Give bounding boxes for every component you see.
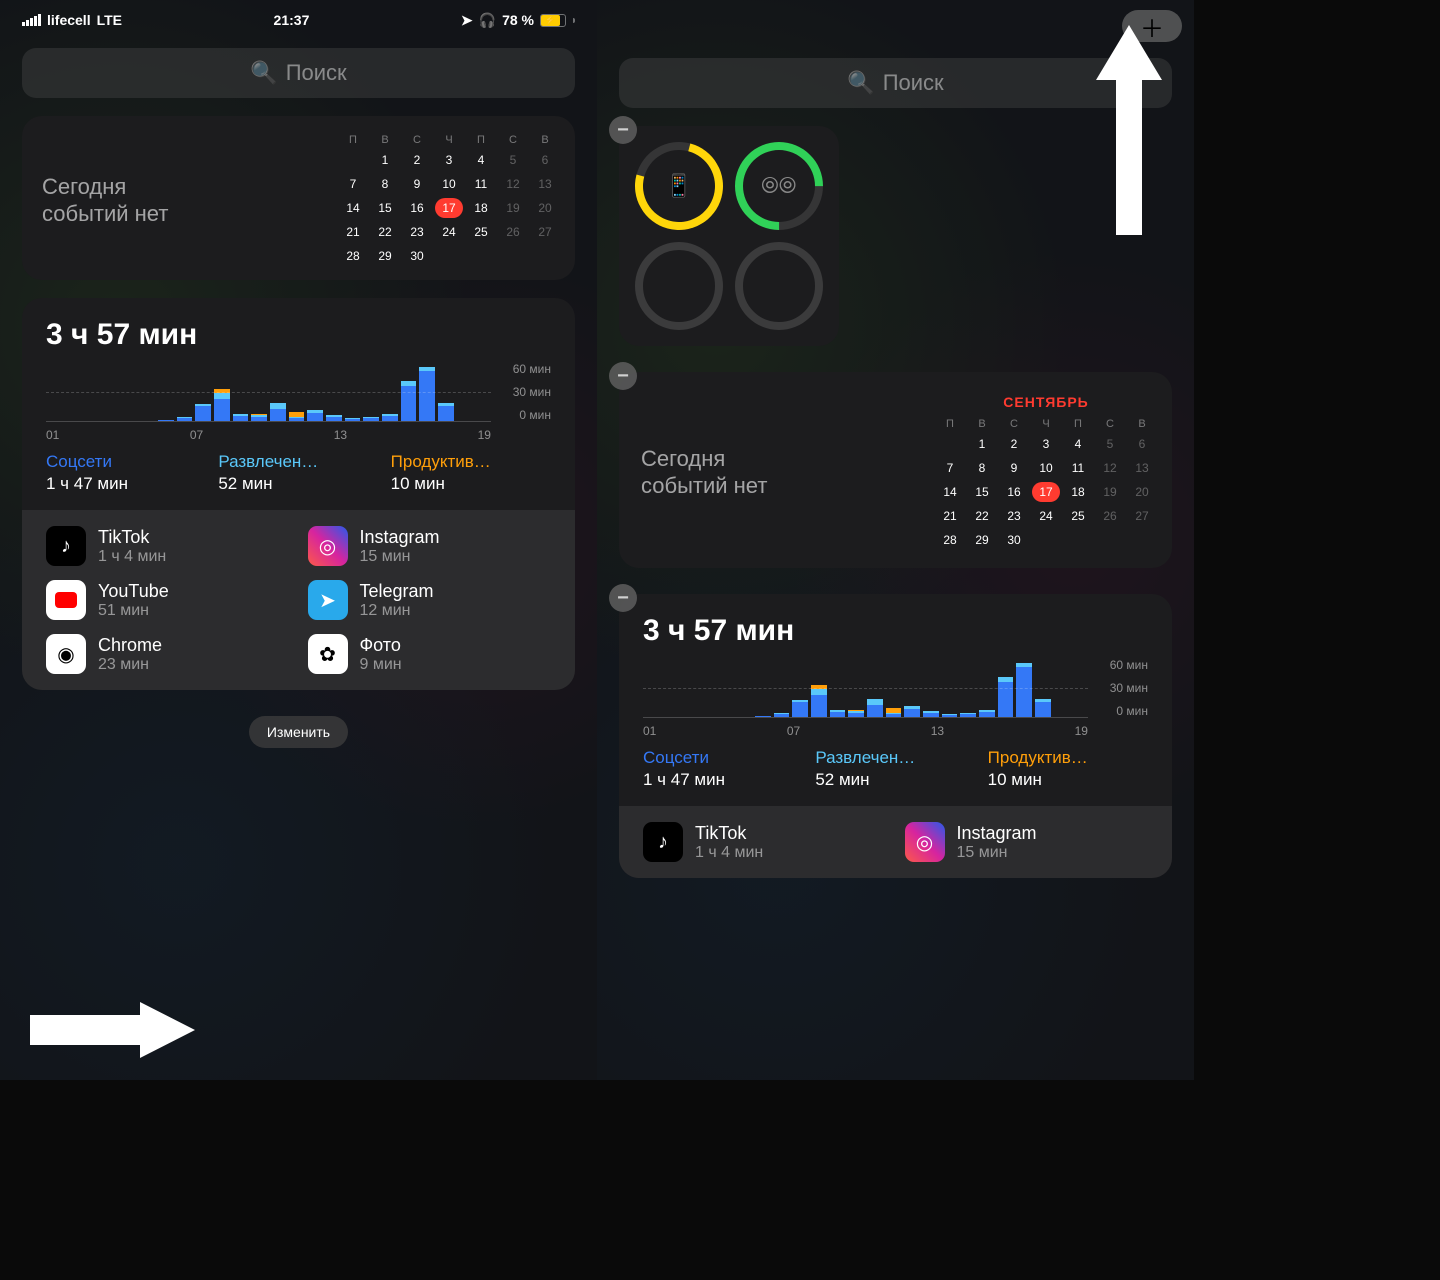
remove-widget-button[interactable]: − <box>609 584 637 612</box>
no-events-line2: событий нет <box>42 200 325 228</box>
battery-icon: ⚡ <box>540 14 566 27</box>
calendar-grid: СЕНТЯБРЬПВСЧПСВ1234567891011121314151617… <box>936 394 1156 550</box>
app-item[interactable]: YouTube51 мин <box>46 580 290 620</box>
remove-widget-button[interactable]: − <box>609 116 637 144</box>
app-icon: ♪ <box>46 526 86 566</box>
signal-icon <box>22 14 41 26</box>
app-item[interactable]: ✿Фото9 мин <box>308 634 552 674</box>
search-bar[interactable]: 🔍 Поиск <box>619 58 1172 108</box>
clock: 21:37 <box>274 12 310 28</box>
app-item[interactable]: ◎Instagram15 мин <box>905 822 1149 862</box>
app-list: ♪TikTok1 ч 4 мин ◎Instagram15 мин YouTube5… <box>22 510 575 690</box>
app-icon: ♪ <box>643 822 683 862</box>
battery-percent: 78 % <box>502 12 534 28</box>
app-item[interactable]: ◉Chrome23 мин <box>46 634 290 674</box>
screen-time-widget[interactable]: 3 ч 57 мин 60 мин30 мин0 мин 01071319 Со… <box>22 298 575 690</box>
airpods-icon: ⦾⦾ <box>761 173 796 199</box>
screen-time-chart: 60 мин30 мин0 мин 01071319 <box>46 362 551 442</box>
app-item[interactable]: ◎Instagram15 мин <box>308 526 552 566</box>
app-item[interactable]: ➤Telegram12 мин <box>308 580 552 620</box>
iphone-battery-ring: 📱 <box>619 126 739 246</box>
search-icon: 🔍 <box>847 70 874 96</box>
edit-button[interactable]: Изменить <box>249 716 348 748</box>
app-icon: ✿ <box>308 634 348 674</box>
app-icon: ◉ <box>46 634 86 674</box>
right-screenshot: ＋ 🔍 Поиск − 📱 ⦾⦾ − Сегодня событий нет С… <box>597 0 1194 1080</box>
search-placeholder: Поиск <box>883 70 944 96</box>
batteries-widget[interactable]: − 📱 ⦾⦾ <box>619 126 839 346</box>
app-icon: ➤ <box>308 580 348 620</box>
left-screenshot: lifecell LTE 21:37 ➤ 🎧 78 % ⚡ 🔍 Поиск Се… <box>0 0 597 1080</box>
no-events-line1: Сегодня <box>641 445 924 473</box>
app-item[interactable]: ♪TikTok1 ч 4 мин <box>643 822 887 862</box>
app-icon: ◎ <box>905 822 945 862</box>
app-list: ♪TikTok1 ч 4 мин ◎Instagram15 мин <box>619 806 1172 878</box>
calendar-widget[interactable]: Сегодня событий нет ПВСЧПСВ1234567891011… <box>22 116 575 280</box>
remove-widget-button[interactable]: − <box>609 362 637 390</box>
calendar-grid: ПВСЧПСВ123456789101112131415161718192021… <box>339 134 559 266</box>
categories: Соцсети1 ч 47 минРазвлечен…52 минПродукт… <box>643 748 1148 790</box>
empty-battery-ring <box>635 242 723 330</box>
search-placeholder: Поиск <box>286 60 347 86</box>
network: LTE <box>97 12 122 28</box>
empty-battery-ring <box>735 242 823 330</box>
tutorial-arrow-right-icon <box>20 1000 200 1060</box>
screen-time-widget[interactable]: − 3 ч 57 мин 60 мин30 мин0 мин 01071319 … <box>619 594 1172 878</box>
tutorial-arrow-up-icon <box>1094 20 1164 240</box>
app-item[interactable]: ♪TikTok1 ч 4 мин <box>46 526 290 566</box>
calendar-widget[interactable]: − Сегодня событий нет СЕНТЯБРЬПВСЧПСВ123… <box>619 372 1172 568</box>
status-bar: lifecell LTE 21:37 ➤ 🎧 78 % ⚡ <box>22 0 575 40</box>
categories: Соцсети1 ч 47 минРазвлечен…52 минПродукт… <box>46 452 551 494</box>
location-icon: ➤ <box>461 12 473 29</box>
screen-time-total: 3 ч 57 мин <box>643 614 1148 648</box>
iphone-icon: 📱 <box>665 173 692 199</box>
carrier: lifecell <box>47 12 91 28</box>
screen-time-total: 3 ч 57 мин <box>46 318 551 352</box>
no-events-line1: Сегодня <box>42 173 325 201</box>
search-icon: 🔍 <box>250 60 277 86</box>
headphones-icon: 🎧 <box>479 12 496 29</box>
app-icon: ◎ <box>308 526 348 566</box>
no-events-line2: событий нет <box>641 472 924 500</box>
airpods-battery-ring: ⦾⦾ <box>717 124 841 248</box>
screen-time-chart: 60 мин30 мин0 мин 01071319 <box>643 658 1148 738</box>
app-icon <box>46 580 86 620</box>
search-bar[interactable]: 🔍 Поиск <box>22 48 575 98</box>
